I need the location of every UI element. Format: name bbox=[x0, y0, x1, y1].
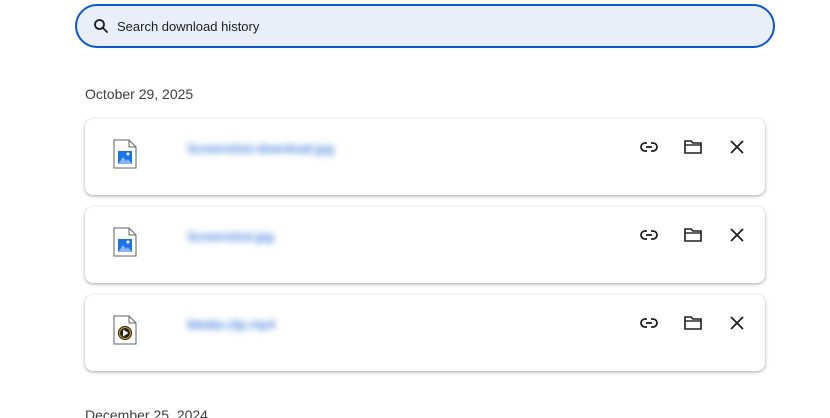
download-item[interactable]: Screenshot.jpg bbox=[85, 207, 765, 283]
search-icon bbox=[91, 16, 111, 36]
folder-icon bbox=[684, 228, 702, 242]
image-file-icon bbox=[113, 139, 137, 169]
image-file-icon bbox=[113, 227, 137, 257]
show-in-folder-button[interactable] bbox=[681, 311, 705, 335]
copy-link-button[interactable] bbox=[637, 223, 661, 247]
date-heading: October 29, 2025 bbox=[85, 86, 194, 102]
file-name-link[interactable]: Screenshot-download.jpg bbox=[187, 141, 334, 156]
link-icon bbox=[640, 142, 658, 152]
copy-link-button[interactable] bbox=[637, 311, 661, 335]
date-heading: December 25, 2024 bbox=[85, 407, 208, 418]
search-bar[interactable] bbox=[75, 4, 775, 48]
download-item[interactable]: Screenshot-download.jpg bbox=[85, 119, 765, 195]
copy-link-button[interactable] bbox=[637, 135, 661, 159]
downloads-page: October 29, 2025 Screenshot-download.jpg bbox=[0, 0, 830, 418]
close-icon bbox=[730, 228, 744, 242]
close-icon bbox=[730, 140, 744, 154]
show-in-folder-button[interactable] bbox=[681, 223, 705, 247]
video-file-icon bbox=[113, 315, 137, 345]
folder-icon bbox=[684, 316, 702, 330]
link-icon bbox=[640, 318, 658, 328]
search-input[interactable] bbox=[115, 17, 715, 35]
remove-button[interactable] bbox=[725, 135, 749, 159]
folder-icon bbox=[684, 140, 702, 154]
show-in-folder-button[interactable] bbox=[681, 135, 705, 159]
link-icon bbox=[640, 230, 658, 240]
file-name-link[interactable]: Media-clip.mp4 bbox=[187, 317, 275, 332]
download-item[interactable]: Media-clip.mp4 bbox=[85, 295, 765, 371]
remove-button[interactable] bbox=[725, 311, 749, 335]
close-icon bbox=[730, 316, 744, 330]
file-name-link[interactable]: Screenshot.jpg bbox=[187, 229, 274, 244]
remove-button[interactable] bbox=[725, 223, 749, 247]
